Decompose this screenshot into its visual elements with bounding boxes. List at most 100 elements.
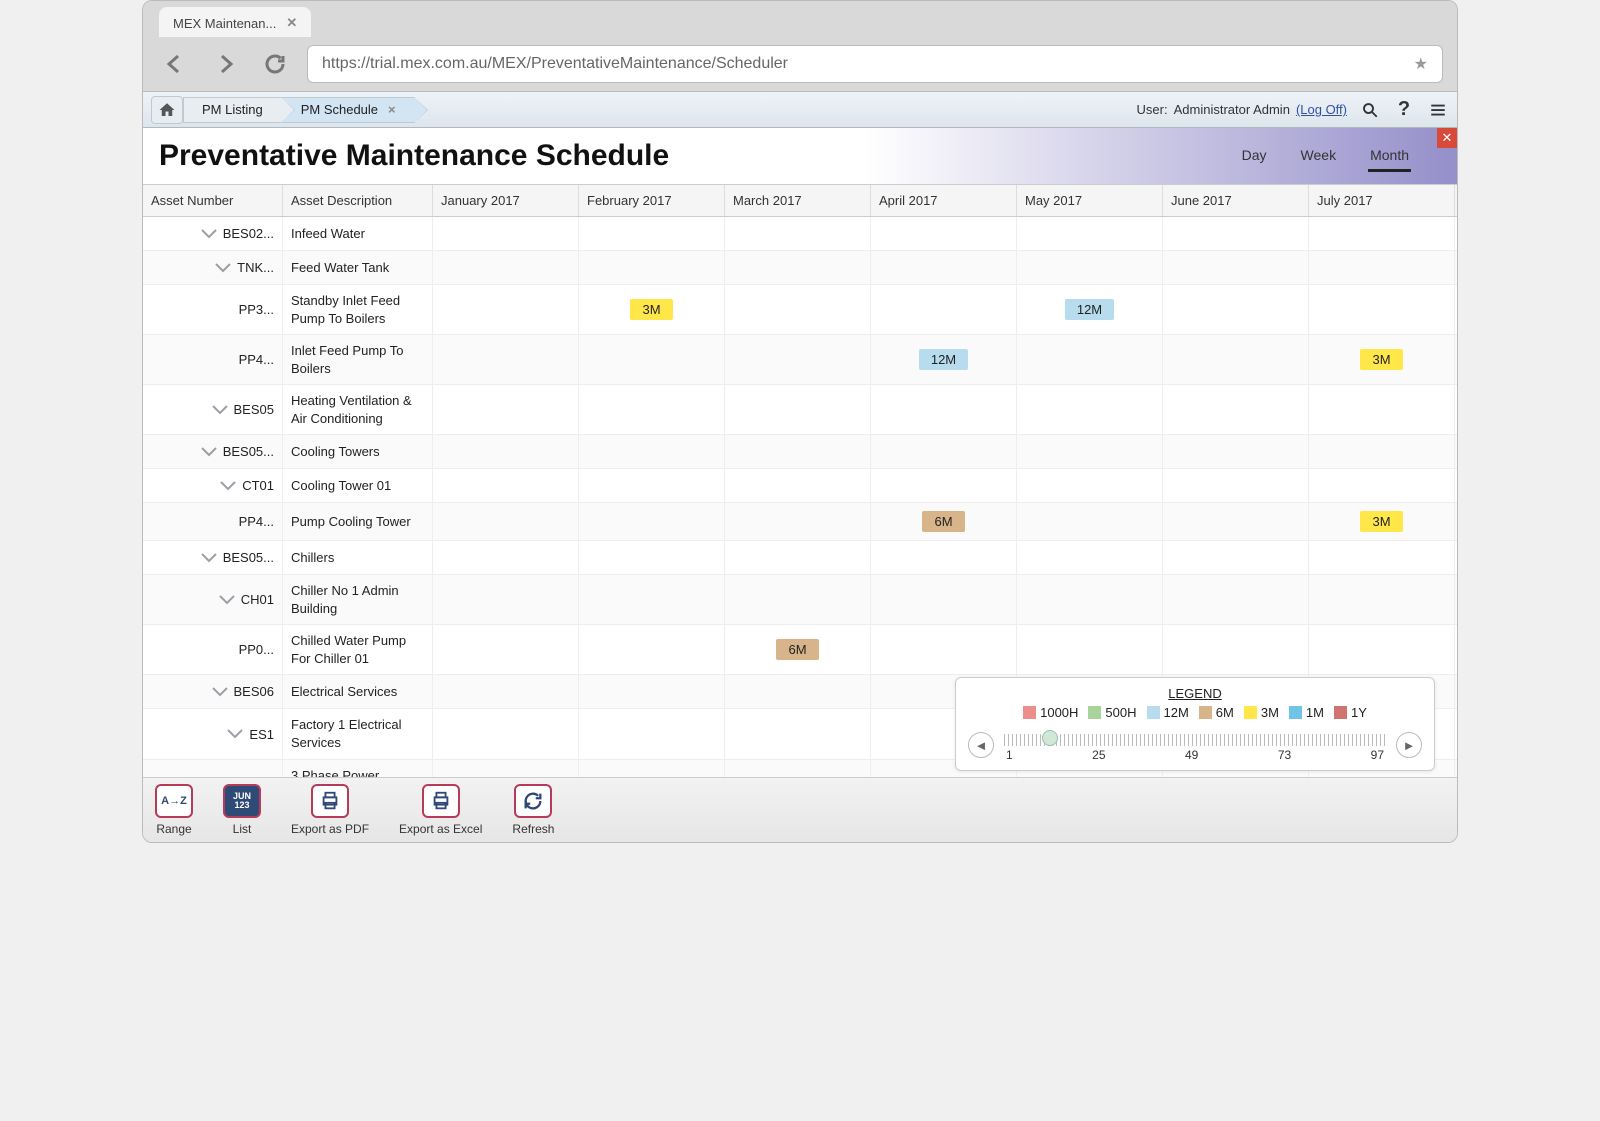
desc-cell: 3 Phase Power	[283, 760, 433, 777]
desc-cell: Standby Inlet Feed Pump To Boilers	[283, 285, 433, 334]
legend-swatch-3M	[1244, 706, 1257, 719]
schedule-badge[interactable]: 3M	[630, 299, 672, 320]
user-info: User: Administrator Admin (Log Off)	[1137, 102, 1347, 117]
col-jan[interactable]: January 2017	[433, 185, 579, 216]
desc-cell: Cooling Towers	[283, 435, 433, 468]
page-title: Preventative Maintenance Schedule	[159, 139, 669, 173]
table-row[interactable]: PP4... Inlet Feed Pump To Boilers 12M 3M	[143, 335, 1457, 385]
legend-swatch-1Y	[1334, 706, 1347, 719]
asset-cell: BES02...	[143, 217, 283, 250]
schedule-badge[interactable]: 6M	[922, 511, 964, 532]
desc-cell: Chillers	[283, 541, 433, 574]
breadcrumb-label: PM Schedule	[301, 102, 378, 117]
table-row[interactable]: CH01 Chiller No 1 Admin Building	[143, 575, 1457, 625]
chevron-down-icon[interactable]	[201, 229, 217, 239]
logoff-link[interactable]: (Log Off)	[1296, 102, 1347, 117]
action-bar: A→Z Range JUN123 List Export as PDF Expo…	[143, 777, 1457, 842]
col-may[interactable]: May 2017	[1017, 185, 1163, 216]
chevron-down-icon[interactable]	[227, 729, 243, 739]
list-button[interactable]: JUN123 List	[223, 784, 261, 836]
close-icon[interactable]: ×	[388, 102, 396, 117]
action-label: Refresh	[512, 822, 554, 836]
action-label: Range	[156, 822, 191, 836]
table-row[interactable]: BES05 Heating Ventilation & Air Conditio…	[143, 385, 1457, 435]
schedule-badge[interactable]: 6M	[776, 639, 818, 660]
reload-button[interactable]	[257, 46, 293, 82]
col-asset-number[interactable]: Asset Number	[143, 185, 283, 216]
menu-icon[interactable]	[1427, 99, 1449, 121]
browser-tab[interactable]: MEX Maintenan... ✕	[159, 7, 311, 37]
schedule-badge[interactable]: 3M	[1360, 511, 1402, 532]
slider-next-button[interactable]: ►	[1396, 732, 1422, 758]
chevron-down-icon[interactable]	[212, 405, 228, 415]
range-button[interactable]: A→Z Range	[155, 784, 193, 836]
legend-title: LEGEND	[968, 686, 1422, 701]
legend-items: 1000H 500H 12M 6M 3M 1M 1Y	[968, 705, 1422, 720]
table-row[interactable]: BES05... Chillers	[143, 541, 1457, 575]
export-pdf-button[interactable]: Export as PDF	[291, 784, 369, 836]
asset-cell: PP0...	[143, 625, 283, 674]
asset-cell: ES1	[143, 709, 283, 758]
tab-title: MEX Maintenan...	[173, 16, 276, 31]
table-row[interactable]: PP4... Pump Cooling Tower 6M 3M	[143, 503, 1457, 541]
asset-cell: BES06	[143, 675, 283, 708]
help-icon[interactable]: ?	[1393, 99, 1415, 121]
calendar-icon: JUN123	[223, 784, 261, 818]
breadcrumb-label: PM Listing	[202, 102, 263, 117]
chevron-down-icon[interactable]	[201, 447, 217, 457]
bookmark-star-icon[interactable]: ★	[1414, 54, 1428, 74]
col-apr[interactable]: April 2017	[871, 185, 1017, 216]
table-row[interactable]: PP3... Standby Inlet Feed Pump To Boiler…	[143, 285, 1457, 335]
title-strip: Preventative Maintenance Schedule Day We…	[143, 128, 1457, 184]
slider-track[interactable]: 1 25 49 73 97	[1004, 730, 1386, 760]
table-row[interactable]: TNK... Feed Water Tank	[143, 251, 1457, 285]
col-feb[interactable]: February 2017	[579, 185, 725, 216]
address-bar[interactable]: https://trial.mex.com.au/MEX/Preventativ…	[307, 45, 1443, 83]
schedule-badge[interactable]: 3M	[1360, 349, 1402, 370]
breadcrumb-pm-schedule[interactable]: PM Schedule ×	[282, 97, 415, 123]
chevron-down-icon[interactable]	[215, 263, 231, 273]
col-asset-description[interactable]: Asset Description	[283, 185, 433, 216]
desc-cell: Feed Water Tank	[283, 251, 433, 284]
back-button[interactable]	[157, 46, 193, 82]
col-mar[interactable]: March 2017	[725, 185, 871, 216]
search-icon[interactable]	[1359, 99, 1381, 121]
user-prefix: User:	[1137, 102, 1168, 117]
desc-cell: Chiller No 1 Admin Building	[283, 575, 433, 624]
slider-prev-button[interactable]: ◄	[968, 732, 994, 758]
grid-body: BES02... Infeed Water TNK... Feed Water …	[143, 217, 1457, 777]
legend-panel: LEGEND 1000H 500H 12M 6M 3M 1M 1Y ◄	[955, 677, 1435, 771]
refresh-button[interactable]: Refresh	[512, 784, 554, 836]
col-jul[interactable]: July 2017	[1309, 185, 1455, 216]
schedule-badge[interactable]: 12M	[1065, 299, 1114, 320]
col-jun[interactable]: June 2017	[1163, 185, 1309, 216]
breadcrumb-pm-listing[interactable]: PM Listing	[183, 97, 282, 123]
table-row[interactable]: BES02... Infeed Water	[143, 217, 1457, 251]
table-row[interactable]: BES05... Cooling Towers	[143, 435, 1457, 469]
asset-cell: PP4...	[143, 503, 283, 540]
printer-icon	[311, 784, 349, 818]
sort-az-icon: A→Z	[155, 784, 193, 818]
tab-month[interactable]: Month	[1368, 141, 1411, 172]
schedule-badge[interactable]: 12M	[919, 349, 968, 370]
chevron-down-icon[interactable]	[220, 481, 236, 491]
schedule-grid: Asset Number Asset Description January 2…	[143, 184, 1457, 777]
asset-cell: PP4...	[143, 335, 283, 384]
chevron-down-icon[interactable]	[219, 595, 235, 605]
table-row[interactable]: PP0... Chilled Water Pump For Chiller 01…	[143, 625, 1457, 675]
chevron-down-icon[interactable]	[201, 553, 217, 563]
close-icon[interactable]: ✕	[286, 15, 297, 31]
close-panel-button[interactable]: ✕	[1437, 128, 1457, 148]
tab-day[interactable]: Day	[1240, 141, 1269, 172]
table-row[interactable]: CT01 Cooling Tower 01	[143, 469, 1457, 503]
chevron-down-icon[interactable]	[212, 687, 228, 697]
home-button[interactable]	[151, 96, 183, 124]
desc-cell: Pump Cooling Tower	[283, 503, 433, 540]
asset-cell: CH01	[143, 575, 283, 624]
asset-cell: BES05...	[143, 541, 283, 574]
tab-week[interactable]: Week	[1299, 141, 1339, 172]
desc-cell: Infeed Water	[283, 217, 433, 250]
desc-cell: Cooling Tower 01	[283, 469, 433, 502]
forward-button[interactable]	[207, 46, 243, 82]
export-excel-button[interactable]: Export as Excel	[399, 784, 482, 836]
